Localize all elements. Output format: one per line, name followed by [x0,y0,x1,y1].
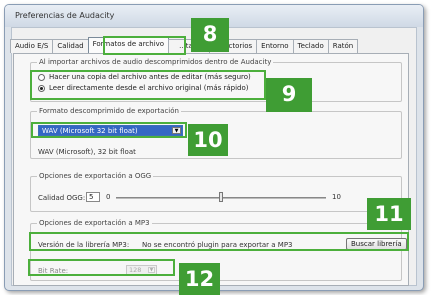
highlight-export-format [31,122,187,138]
highlight-bitrate [28,259,175,276]
ogg-slider-min: 0 [106,193,111,201]
tab-mouse[interactable]: Ratón [327,39,359,53]
ogg-group-title: Opciones de exportación a OGG [37,172,154,180]
import-group-title: Al importar archivos de audio descomprim… [37,58,274,66]
export-format-description: WAV (Microsoft), 32 bit float [38,148,136,156]
callout-badge-12: 12 [179,263,220,295]
highlight-import-options [30,70,266,100]
mp3-group-title: Opciones de exportación a MP3 [37,219,152,227]
tab-audio-io[interactable]: Audio E/S [10,39,54,53]
callout-badge-8: 8 [191,18,229,52]
ogg-quality-label: Calidad OGG: [38,194,86,202]
highlight-mp3-library [29,232,409,251]
tab-quality[interactable]: Calidad [52,39,89,53]
tab-interface[interactable]: Entorno [256,39,294,53]
callout-badge-10: 10 [188,124,228,156]
ogg-quality-input[interactable]: 5 [86,192,100,202]
tab-keyboard[interactable]: Teclado [292,39,329,53]
ogg-slider-max: 10 [332,193,341,201]
highlight-file-formats-tab [103,36,186,55]
export-format-title: Formato descomprimido de exportación [37,107,181,115]
callout-badge-9: 9 [266,78,312,112]
ogg-slider-thumb[interactable] [219,192,223,202]
callout-badge-11: 11 [367,198,411,230]
